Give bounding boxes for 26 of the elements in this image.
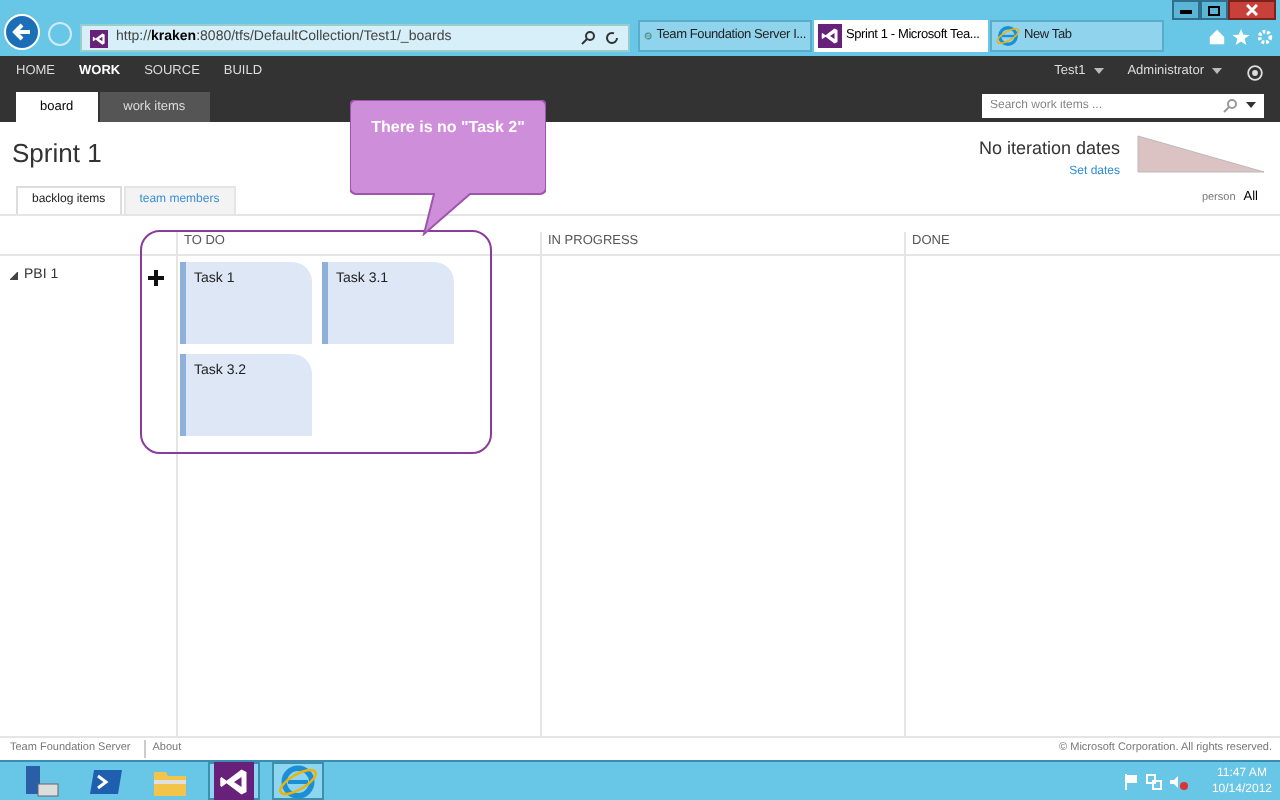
taskbar-app[interactable] — [208, 762, 260, 800]
globe-e-icon — [278, 761, 318, 800]
caret-icon[interactable] — [1246, 102, 1256, 110]
visual-studio-icon — [90, 29, 108, 47]
star-icon[interactable] — [1232, 28, 1250, 46]
search-icon[interactable] — [580, 30, 596, 46]
caret-icon — [1093, 68, 1104, 76]
globe-e-icon — [996, 24, 1020, 48]
back-button[interactable] — [4, 14, 40, 50]
server-icon[interactable] — [22, 761, 62, 800]
expand-arrow-icon[interactable] — [10, 271, 18, 280]
close-icon — [1246, 4, 1258, 16]
minimize-button[interactable] — [1172, 0, 1200, 20]
caret-icon — [1212, 68, 1222, 76]
maximize-button[interactable] — [1200, 0, 1228, 20]
arrow-left-icon — [10, 20, 34, 44]
close-button[interactable] — [1228, 0, 1276, 20]
iteration-status: No iteration dates — [978, 136, 1120, 162]
visual-studio-icon — [818, 24, 842, 48]
search-icon — [1222, 98, 1238, 114]
plus-icon[interactable] — [148, 269, 164, 285]
burndown-drawing — [1136, 134, 1268, 174]
refresh-icon[interactable] — [604, 30, 620, 46]
page-title: Sprint 1 — [12, 136, 102, 172]
callout-text: There is no "Task 2" — [371, 116, 525, 140]
speaker-muted-icon[interactable] — [1169, 773, 1188, 789]
